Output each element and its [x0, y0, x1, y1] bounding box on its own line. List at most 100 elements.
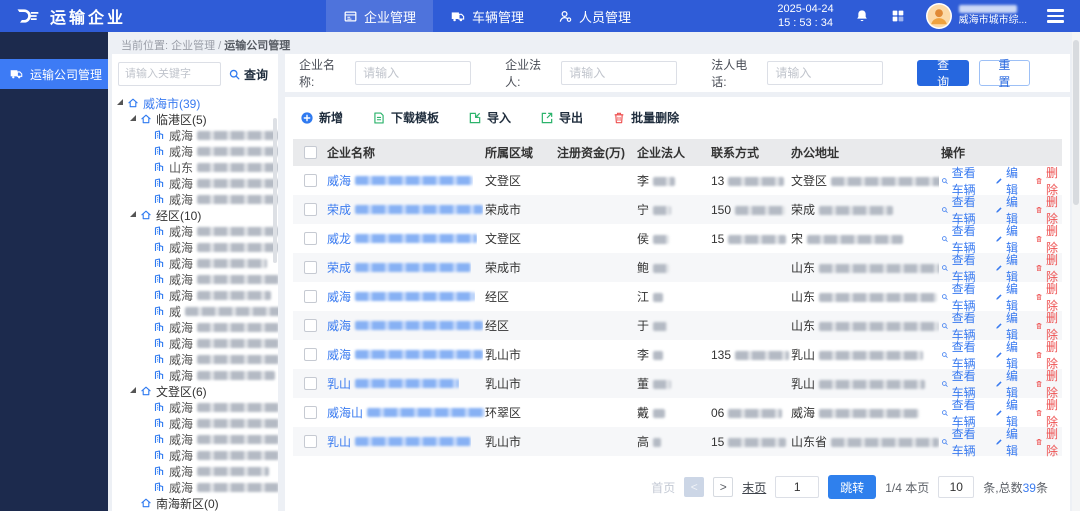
- row-checkbox[interactable]: [304, 406, 317, 419]
- tab-vehicle-management[interactable]: 车辆管理: [433, 0, 541, 32]
- company-name-input[interactable]: [355, 61, 471, 85]
- table-row: 威海 文登区 李 13 文登区 查看车辆 编辑 删除: [293, 166, 1062, 195]
- search-button[interactable]: 查询: [917, 60, 968, 86]
- tree-node-region[interactable]: 南海新区(0): [117, 495, 278, 511]
- import-button[interactable]: 导入: [468, 109, 511, 126]
- company-name-link[interactable]: 荣成: [327, 259, 471, 276]
- tab-personnel-management[interactable]: 人员管理: [541, 0, 648, 32]
- tree-search-button[interactable]: 查询: [228, 66, 268, 83]
- page-size-input[interactable]: [938, 476, 974, 498]
- tree-node-region[interactable]: 临港区(5): [117, 111, 278, 127]
- tree-node-region[interactable]: 经区(10): [117, 207, 278, 223]
- tree-node-city[interactable]: 威海市(39): [117, 95, 278, 111]
- trash-icon: [1035, 233, 1043, 245]
- row-checkbox[interactable]: [304, 348, 317, 361]
- tree-node-company[interactable]: 威海: [117, 143, 278, 159]
- tree-node-company[interactable]: 威海: [117, 319, 278, 335]
- legal-person-input[interactable]: [561, 61, 677, 85]
- page-number-input[interactable]: [775, 476, 819, 498]
- row-checkbox[interactable]: [304, 290, 317, 303]
- building-icon: [153, 241, 165, 253]
- tree-node-company[interactable]: 威海: [117, 287, 278, 303]
- tree-node-label: 经区(10): [156, 207, 201, 223]
- delete-link[interactable]: 删除: [1035, 425, 1062, 459]
- tree-node-company[interactable]: 威海: [117, 223, 278, 239]
- tree-node-company[interactable]: 威海: [117, 239, 278, 255]
- tree-node-company[interactable]: 威海: [117, 399, 278, 415]
- export-button[interactable]: 导出: [540, 109, 583, 126]
- user-profile[interactable]: 威海市城市综...: [926, 3, 1027, 29]
- company-name-link[interactable]: 威海: [327, 346, 483, 363]
- tree-node-company[interactable]: 山东: [117, 159, 278, 175]
- tab-label: 企业管理: [364, 7, 416, 26]
- tree-node-company[interactable]: 威海: [117, 367, 278, 383]
- row-checkbox[interactable]: [304, 377, 317, 390]
- last-page-button[interactable]: 末页: [742, 479, 766, 496]
- tree-node-region[interactable]: 文登区(6): [117, 383, 278, 399]
- tree-node-company[interactable]: 威海: [117, 191, 278, 207]
- row-actions: 查看车辆 编辑 删除: [939, 425, 1062, 459]
- next-page-button[interactable]: >: [713, 477, 733, 497]
- page-scrollbar-thumb[interactable]: [1073, 40, 1079, 205]
- legal-person-cell: 戴: [637, 404, 711, 421]
- notifications-button[interactable]: [854, 8, 870, 24]
- row-checkbox[interactable]: [304, 203, 317, 216]
- datetime-display: 2025-04-24 15 : 53 : 34: [777, 2, 833, 31]
- company-name-link[interactable]: 乳山: [327, 433, 471, 450]
- redacted-text: [735, 206, 785, 215]
- tree-node-company[interactable]: 威海: [117, 255, 278, 271]
- company-name-link[interactable]: 威海: [327, 288, 475, 305]
- page-scrollbar[interactable]: [1072, 32, 1080, 511]
- redacted-text: [653, 351, 663, 360]
- tree-node-company[interactable]: 威海: [117, 447, 278, 463]
- trash-icon: [1035, 320, 1043, 332]
- top-right-area: 2025-04-24 15 : 53 : 34 威海市城市综...: [777, 2, 1080, 31]
- first-page-button[interactable]: 首页: [651, 479, 675, 496]
- select-all-checkbox[interactable]: [304, 146, 317, 159]
- tree-node-company[interactable]: 威海: [117, 335, 278, 351]
- tree-search-input[interactable]: [118, 62, 221, 86]
- hamburger-menu-icon[interactable]: [1047, 9, 1064, 22]
- tab-enterprise-management[interactable]: 企业管理: [326, 0, 433, 32]
- add-button[interactable]: 新增: [300, 109, 343, 126]
- reset-button[interactable]: 重置: [979, 60, 1030, 86]
- company-name-link[interactable]: 威海: [327, 172, 473, 189]
- tree-node-company[interactable]: 威海: [117, 431, 278, 447]
- left-sidebar: 运输公司管理: [0, 32, 108, 511]
- company-name-link[interactable]: 乳山: [327, 375, 459, 392]
- tree-node-company[interactable]: 威海: [117, 463, 278, 479]
- apps-menu-button[interactable]: [890, 8, 906, 24]
- region-cell: 荣成市: [485, 201, 557, 218]
- legal-person-cell: 董: [637, 375, 711, 392]
- tree-node-company[interactable]: 威海: [117, 127, 278, 143]
- tree-node-company[interactable]: 威海: [117, 351, 278, 367]
- redacted-text: [819, 322, 939, 331]
- company-name-link[interactable]: 荣成: [327, 201, 483, 218]
- jump-button[interactable]: 跳转: [828, 475, 876, 499]
- legal-phone-input[interactable]: [767, 61, 883, 85]
- tree-node-company[interactable]: 威海: [117, 479, 278, 495]
- prev-page-button[interactable]: <: [684, 477, 704, 497]
- row-checkbox[interactable]: [304, 261, 317, 274]
- tree-node-company[interactable]: 威海: [117, 415, 278, 431]
- row-checkbox[interactable]: [304, 435, 317, 448]
- batch-delete-button[interactable]: 批量删除: [612, 109, 679, 126]
- table-row: 威海 乳山市 李 135 乳山 查看车辆 编辑 删除: [293, 340, 1062, 369]
- edit-link[interactable]: 编辑: [995, 425, 1022, 459]
- tree-node-company[interactable]: 威海: [117, 271, 278, 287]
- company-name-link[interactable]: 威龙: [327, 230, 477, 247]
- sidebar-item-transport-company[interactable]: 运输公司管理: [0, 59, 108, 89]
- tree-node-label: 临港区(5): [156, 111, 207, 127]
- company-name-link[interactable]: 威海: [327, 317, 483, 334]
- view-vehicles-link[interactable]: 查看车辆: [941, 425, 982, 459]
- download-template-button[interactable]: 下载模板: [372, 109, 439, 126]
- row-checkbox[interactable]: [304, 232, 317, 245]
- row-checkbox[interactable]: [304, 174, 317, 187]
- tree-node-label: 威海: [169, 143, 193, 159]
- row-checkbox[interactable]: [304, 319, 317, 332]
- company-name-link[interactable]: 威海山: [327, 404, 485, 421]
- tree-node-company[interactable]: 威海: [117, 175, 278, 191]
- redacted-text: [355, 321, 483, 330]
- tree-scrollbar[interactable]: [273, 118, 277, 263]
- tree-node-company[interactable]: 威: [117, 303, 278, 319]
